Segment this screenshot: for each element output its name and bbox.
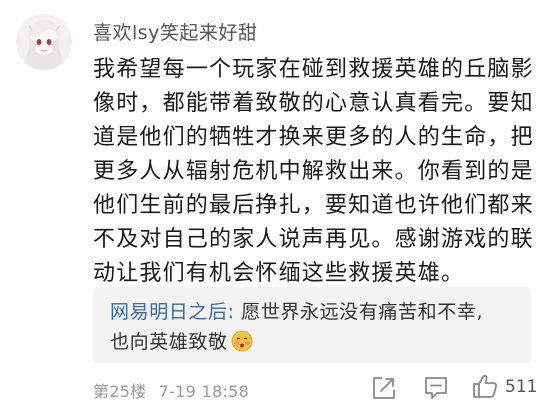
blushing-face-emoji-icon (231, 330, 253, 357)
share-icon[interactable] (371, 375, 397, 401)
comment-body-line: 像时，都能带着致敬的心意认真看完。要知 (93, 91, 534, 116)
comment-body: 我希望每一个玩家在碰到救援英雄的丘脑影 像时，都能带着致敬的心意认真看完。要知 … (93, 53, 533, 291)
comment-body-line: 动让我们有机会怀缅这些救援英雄。 (93, 261, 465, 286)
reply-box[interactable]: 网易明日之后: 愿世界永远没有痛苦和不幸, 也向英雄致敬 (93, 287, 531, 363)
reply-text: 愿世界永远没有痛苦和不幸, (234, 301, 484, 323)
comment-meta: 第25楼 7-19 18:58 (93, 378, 249, 402)
comment-body-line: 不及对自己的家人说声再见。感谢游戏的联 (93, 227, 534, 252)
comment-body-line: 道是他们的牺牲才换来更多的人的生命，把 (93, 125, 534, 150)
thumbs-up-icon[interactable] (471, 372, 499, 400)
comment-card: 喜欢lsy笑起来好甜 我希望每一个玩家在碰到救援英雄的丘脑影 像时，都能带着致敬… (0, 0, 550, 416)
reply-author-link[interactable]: 网易明日之后: (110, 301, 235, 323)
comment-body-line: 他们生前的最后挣扎，要知道也许他们都来 (93, 193, 534, 218)
comment-body-line: 更多人从辐射危机中解救出来。你看到的是 (93, 159, 534, 184)
comment-timestamp: 7-19 18:58 (158, 382, 250, 401)
comment-body-line: 我希望每一个玩家在碰到救援英雄的丘脑影 (93, 57, 534, 82)
floor-number: 第25楼 (93, 382, 147, 401)
reply-text-continued: 也向英雄致敬 (110, 331, 228, 353)
like-count: 511 (505, 377, 538, 397)
comment-username[interactable]: 喜欢lsy笑起来好甜 (93, 18, 257, 45)
comment-icon[interactable] (423, 375, 449, 401)
avatar[interactable] (16, 14, 72, 70)
reply-first-line: 网易明日之后: 愿世界永远没有痛苦和不幸, (110, 297, 483, 324)
reply-second-line: 也向英雄致敬 (110, 327, 253, 357)
